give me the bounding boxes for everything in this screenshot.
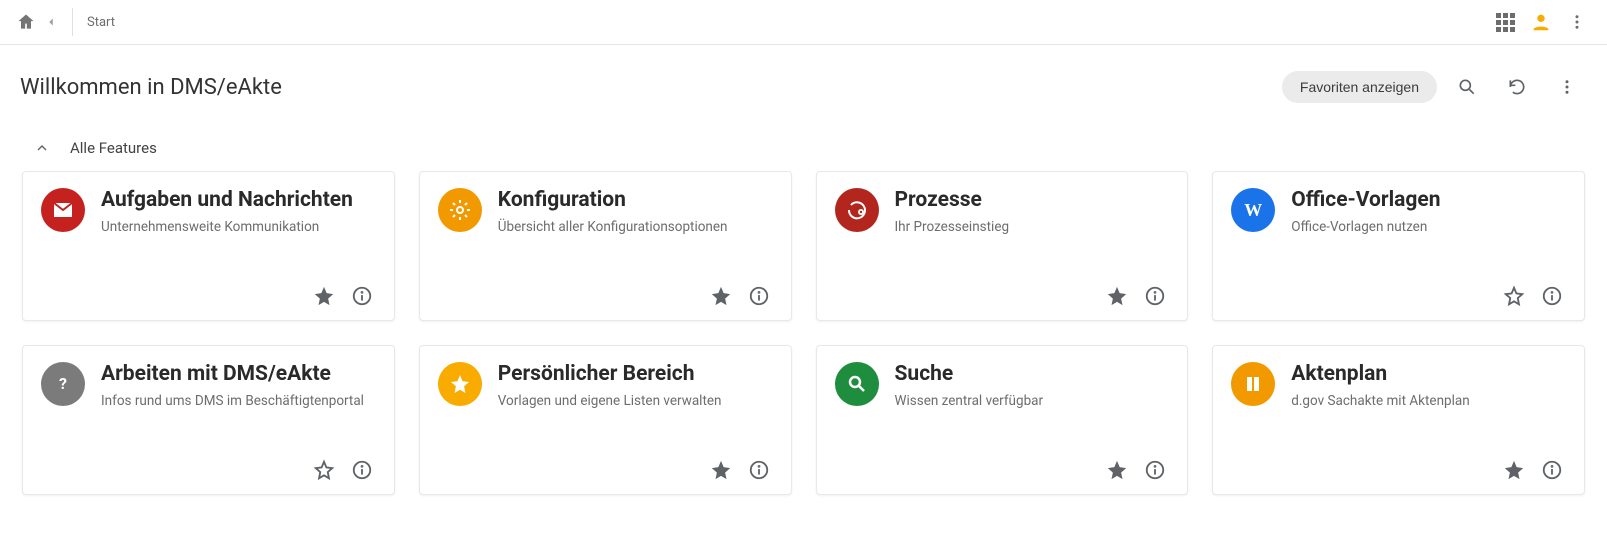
info-icon (748, 285, 770, 307)
favorite-toggle[interactable] (310, 456, 338, 484)
home-icon (16, 12, 36, 32)
card-prozesse[interactable]: Prozesse Ihr Prozesseinstieg (816, 171, 1189, 321)
cards-grid: Aufgaben und Nachrichten Unternehmenswei… (20, 171, 1587, 495)
mail-icon (41, 188, 85, 232)
search-icon (1457, 77, 1477, 97)
favorite-toggle[interactable] (1103, 456, 1131, 484)
info-button[interactable] (348, 282, 376, 310)
card-subtitle: Office-Vorlagen nutzen (1291, 218, 1566, 236)
card-title: Office-Vorlagen (1291, 188, 1566, 212)
features-section: Alle Features Aufgaben und Nachrichten U… (0, 115, 1607, 495)
info-icon (1144, 285, 1166, 307)
favorite-toggle[interactable] (1103, 282, 1131, 310)
favorite-toggle[interactable] (1500, 456, 1528, 484)
info-button[interactable] (745, 456, 773, 484)
info-button[interactable] (1538, 456, 1566, 484)
card-persoenlicher-bereich[interactable]: Persönlicher Bereich Vorlagen und eigene… (419, 345, 792, 495)
favorite-toggle[interactable] (707, 456, 735, 484)
card-title: Aktenplan (1291, 362, 1566, 386)
chevron-left-icon (44, 15, 58, 29)
star-outline-icon (1503, 285, 1525, 307)
gear-icon (438, 188, 482, 232)
favorite-toggle[interactable] (707, 282, 735, 310)
plan-icon (1231, 362, 1275, 406)
card-title: Arbeiten mit DMS/eAkte (101, 362, 376, 386)
card-aufgaben[interactable]: Aufgaben und Nachrichten Unternehmenswei… (22, 171, 395, 321)
card-aktenplan[interactable]: Aktenplan d.gov Sachakte mit Aktenplan (1212, 345, 1585, 495)
info-icon (1541, 285, 1563, 307)
top-bar: Start (0, 0, 1607, 45)
refresh-icon (1507, 77, 1527, 97)
info-button[interactable] (348, 456, 376, 484)
info-icon (351, 285, 373, 307)
star-filled-icon (1503, 459, 1525, 481)
info-button[interactable] (1141, 282, 1169, 310)
card-title: Aufgaben und Nachrichten (101, 188, 376, 212)
card-subtitle: d.gov Sachakte mit Aktenplan (1291, 392, 1566, 410)
star-badge-icon (438, 362, 482, 406)
star-filled-icon (1106, 285, 1128, 307)
card-subtitle: Wissen zentral verfügbar (895, 392, 1170, 410)
chevron-up-icon (34, 140, 50, 156)
info-button[interactable] (1141, 456, 1169, 484)
user-icon (1530, 11, 1552, 33)
page-title: Willkommen in DMS/eAkte (20, 75, 282, 100)
card-konfiguration[interactable]: Konfiguration Übersicht aller Konfigurat… (419, 171, 792, 321)
more-vert-icon (1568, 13, 1586, 31)
card-subtitle: Vorlagen und eigene Listen verwalten (498, 392, 773, 410)
info-icon (1144, 459, 1166, 481)
search-badge-icon (835, 362, 879, 406)
star-filled-icon (313, 285, 335, 307)
home-button[interactable] (12, 8, 40, 36)
info-icon (748, 459, 770, 481)
user-avatar-button[interactable] (1523, 4, 1559, 40)
breadcrumb[interactable]: Start (87, 15, 115, 30)
info-button[interactable] (1538, 282, 1566, 310)
top-more-button[interactable] (1559, 4, 1595, 40)
card-title: Konfiguration (498, 188, 773, 212)
process-icon (835, 188, 879, 232)
info-icon (351, 459, 373, 481)
card-subtitle: Infos rund ums DMS im Beschäftigtenporta… (101, 392, 376, 410)
info-button[interactable] (745, 282, 773, 310)
star-outline-icon (313, 459, 335, 481)
separator (72, 8, 73, 36)
info-icon (1541, 459, 1563, 481)
card-office-vorlagen[interactable]: W Office-Vorlagen Office-Vorlagen nutzen (1212, 171, 1585, 321)
star-filled-icon (710, 459, 732, 481)
star-filled-icon (710, 285, 732, 307)
card-title: Prozesse (895, 188, 1170, 212)
page-header: Willkommen in DMS/eAkte Favoriten anzeig… (0, 45, 1607, 115)
card-subtitle: Ihr Prozesseinstieg (895, 218, 1170, 236)
card-suche[interactable]: Suche Wissen zentral verfügbar (816, 345, 1189, 495)
favorite-toggle[interactable] (1500, 282, 1528, 310)
star-filled-icon (1106, 459, 1128, 481)
section-toggle[interactable]: Alle Features (20, 125, 1587, 171)
card-title: Suche (895, 362, 1170, 386)
more-vert-icon (1558, 78, 1576, 96)
apps-grid-icon (1496, 13, 1515, 32)
apps-menu-button[interactable] (1487, 4, 1523, 40)
card-subtitle: Unternehmensweite Kommunikation (101, 218, 376, 236)
card-subtitle: Übersicht aller Konfigurationsoptionen (498, 218, 773, 236)
header-more-button[interactable] (1547, 67, 1587, 107)
section-title: Alle Features (70, 139, 157, 157)
help-icon: ? (41, 362, 85, 406)
card-arbeiten-dms[interactable]: ? Arbeiten mit DMS/eAkte Infos rund ums … (22, 345, 395, 495)
search-button[interactable] (1447, 67, 1487, 107)
card-title: Persönlicher Bereich (498, 362, 773, 386)
refresh-button[interactable] (1497, 67, 1537, 107)
favorites-chip[interactable]: Favoriten anzeigen (1282, 71, 1437, 103)
word-icon: W (1231, 188, 1275, 232)
svg-text:?: ? (59, 374, 67, 393)
back-button[interactable] (40, 11, 62, 33)
favorite-toggle[interactable] (310, 282, 338, 310)
